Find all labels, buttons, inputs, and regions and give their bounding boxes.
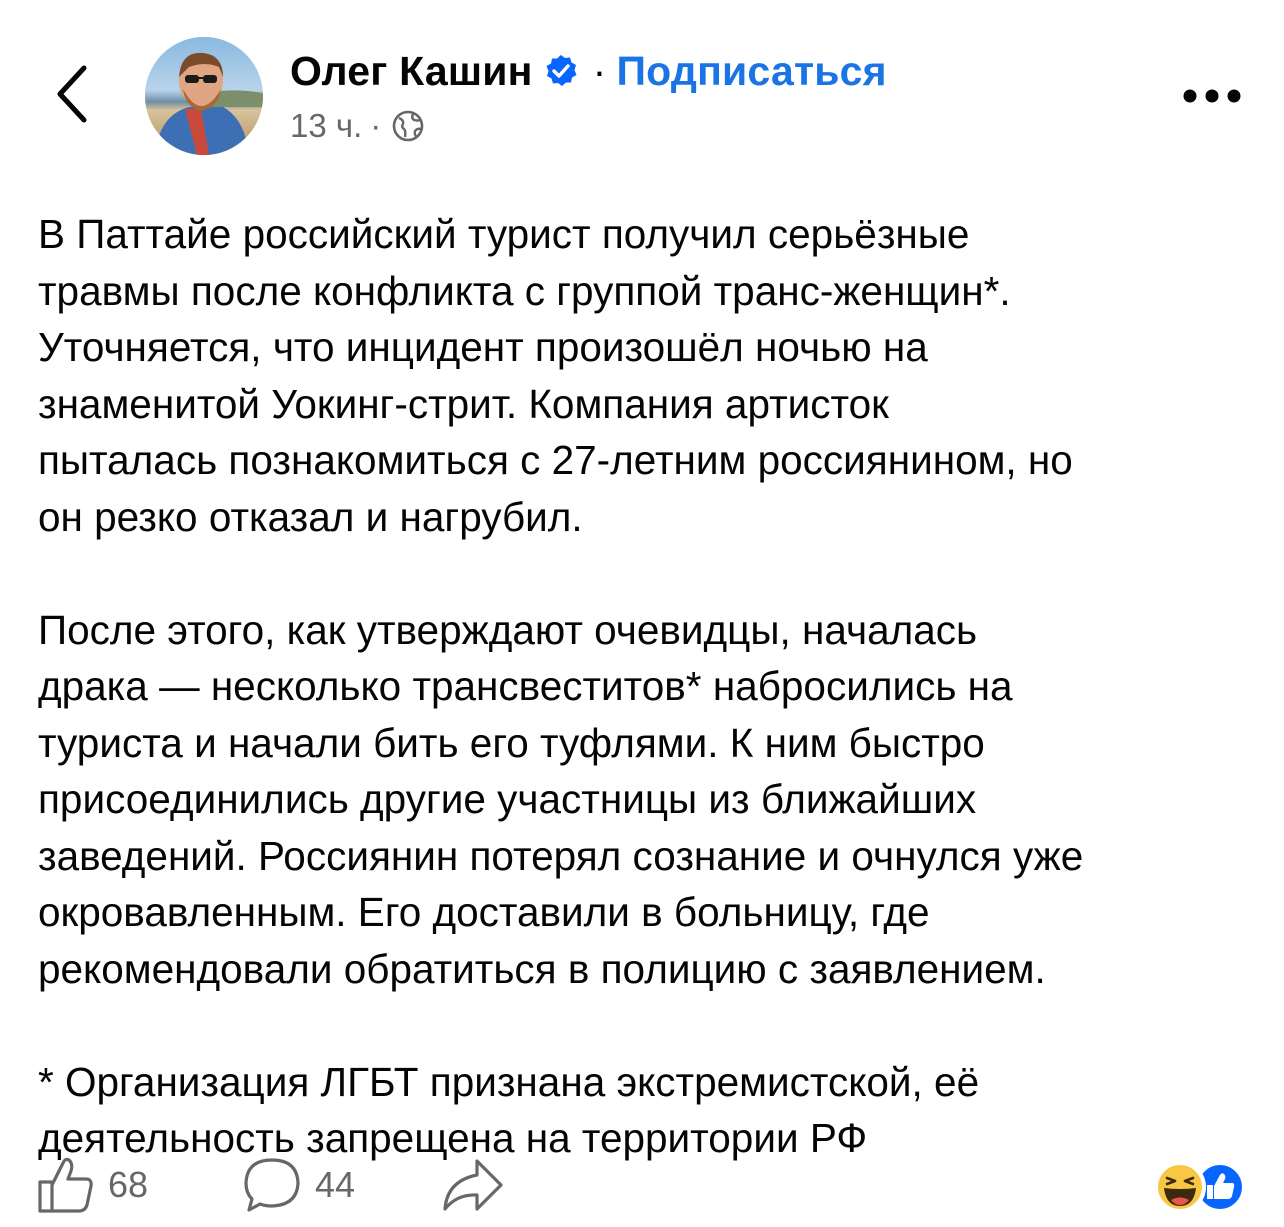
post-author-line: Олег Кашин · Подписаться [290,44,887,98]
header-separator: · [592,48,607,94]
share-button[interactable] [441,1155,505,1215]
share-arrow-icon [443,1159,503,1211]
post-timestamp[interactable]: 13 ч. [290,104,362,148]
reactions-icons [1154,1161,1246,1213]
avatar-image [145,37,263,155]
author-name[interactable]: Олег Кашин [290,44,533,98]
globe-icon [392,110,424,142]
comment-button[interactable]: 44 [241,1155,355,1215]
more-horizontal-icon [1183,89,1241,103]
verified-badge-icon [546,55,577,86]
post-paragraph-1: В Паттайе российский турист получил серь… [38,211,1073,540]
like-button[interactable]: 68 [36,1155,148,1215]
more-options-button[interactable] [1180,78,1244,114]
post-meta: 13 ч. · [290,104,425,148]
reactions-summary[interactable] [1150,1160,1250,1214]
post-paragraph-2: После этого, как утверждают очевидцы, на… [38,606,1084,992]
back-button[interactable] [44,62,100,126]
haha-reaction-icon [1154,1161,1206,1213]
comment-bubble-icon [244,1158,300,1212]
thumbs-up-icon [38,1157,93,1213]
subscribe-button[interactable]: Подписаться [616,44,886,98]
like-count: 68 [108,1164,149,1205]
post-paragraph-3: * Организация ЛГБТ признана экстремистск… [38,1058,980,1162]
comment-count: 44 [315,1164,356,1205]
avatar[interactable] [145,37,263,155]
post-body: В Паттайе российский турист получил серь… [38,206,1253,1167]
chevron-left-icon [57,65,87,123]
post-actions-bar: 68 44 [36,1155,1251,1215]
meta-separator: · [370,107,382,144]
